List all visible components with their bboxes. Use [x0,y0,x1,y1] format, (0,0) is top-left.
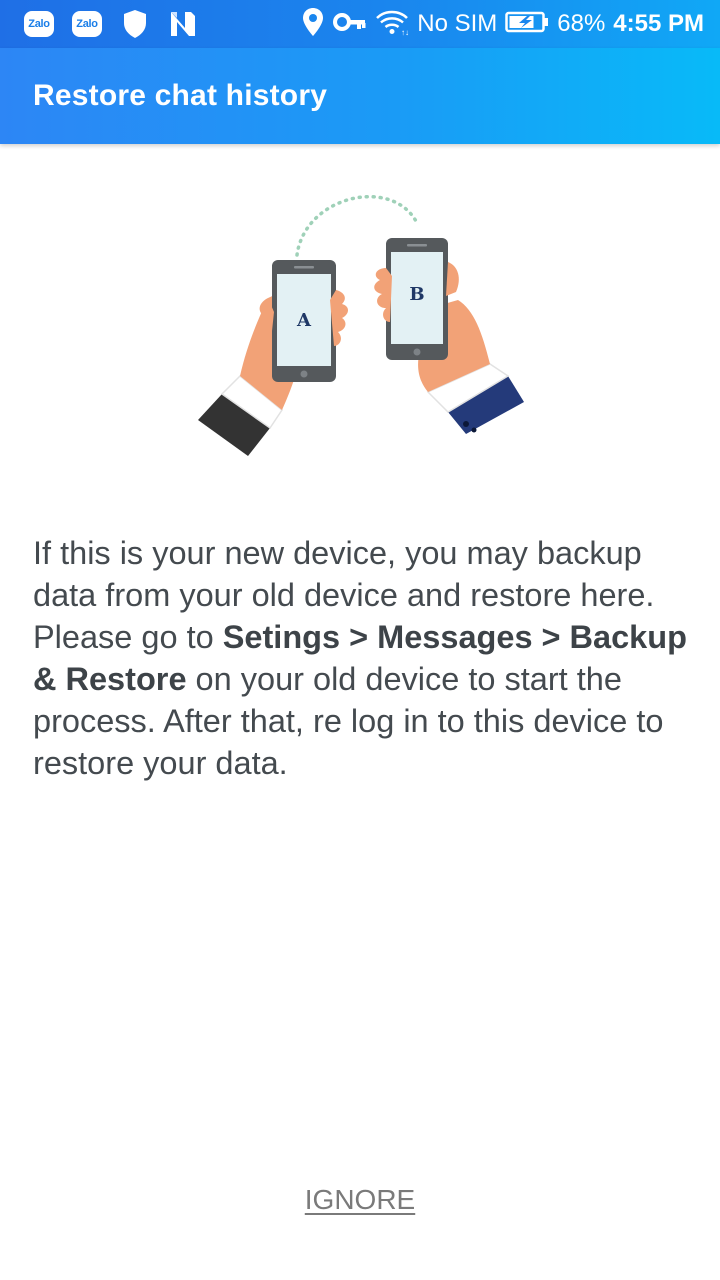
restore-instructions: If this is your new device, you may back… [33,532,693,784]
ignore-button[interactable]: IGNORE [260,1176,460,1224]
system-status: ↑↓ No SIM 68% 4:55 PM [301,7,704,42]
zalo-label: Zalo [72,11,102,37]
phone-b-label: B [409,284,424,305]
zalo-label: Zalo [24,11,54,37]
app-bar: Restore chat history [0,48,720,144]
zalo-icon: Zalo [70,9,104,39]
device-transfer-illustration: A B [190,180,530,470]
location-icon [301,7,325,42]
notification-icons: Zalo Zalo [22,9,200,39]
screen: Zalo Zalo ↑↓ No SIM 68% 4:55 PM Restore … [0,0,720,1280]
page-title: Restore chat history [33,79,328,112]
clock: 4:55 PM [613,10,704,37]
zalo-icon: Zalo [22,9,56,39]
vpn-key-icon [333,11,367,38]
carrier-label: No SIM [417,10,498,37]
status-bar: Zalo Zalo ↑↓ No SIM 68% 4:55 PM [0,0,720,48]
battery-percent: 68% [557,10,606,37]
phone-a-label: A [296,310,312,331]
battery-charging-icon [505,10,549,39]
shield-icon [118,9,152,39]
n-icon [166,9,200,39]
wifi-icon: ↑↓ [375,8,409,41]
svg-text:↑↓: ↑↓ [401,28,409,36]
